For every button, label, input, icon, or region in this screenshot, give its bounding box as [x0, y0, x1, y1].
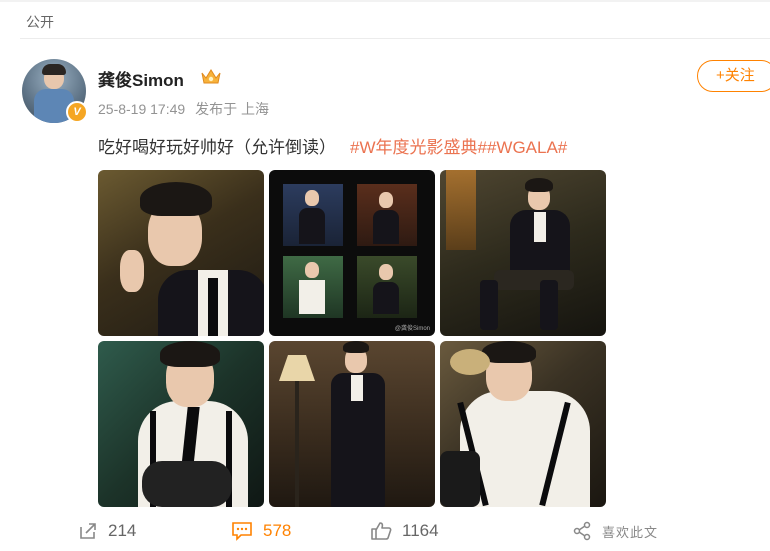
post-text: 吃好喝好玩好帅好（允许倒读）	[98, 138, 336, 157]
repost-count: 214	[108, 521, 137, 540]
top-border	[0, 0, 770, 2]
post-source: 发布于 上海	[195, 101, 269, 117]
comment-count: 578	[263, 521, 292, 540]
like-icon	[371, 522, 392, 540]
repost-icon	[80, 523, 96, 539]
post-body: 吃好喝好玩好帅好（允许倒读） #W年度光影盛典##WGALA#	[98, 133, 567, 158]
post-time[interactable]: 25-8-19 17:49	[98, 101, 185, 117]
like-count: 1164	[402, 521, 439, 540]
photo-watermark: @龚俊Simon	[394, 326, 430, 332]
visibility-label: 公开	[26, 14, 54, 30]
follow-button[interactable]: +关注	[697, 60, 770, 92]
post-photo-2[interactable]: @龚俊Simon	[269, 170, 435, 336]
avatar[interactable]: V	[22, 59, 88, 123]
hashtag-link[interactable]: #W年度光影盛典##WGALA#	[350, 138, 567, 157]
verified-badge: V	[66, 101, 88, 123]
like-button[interactable]: 1164	[370, 520, 439, 542]
post-photo-5[interactable]	[269, 341, 435, 507]
post-photo-4[interactable]	[98, 341, 264, 507]
comment-button[interactable]: 578	[231, 520, 291, 542]
post-meta: 25-8-19 17:49 发布于 上海	[98, 99, 275, 119]
header-divider	[20, 38, 770, 39]
share-label: 喜欢此文	[602, 524, 659, 540]
crown-icon	[201, 69, 221, 84]
user-name[interactable]: 龚俊Simon	[98, 66, 184, 91]
post-photo-3[interactable]	[440, 170, 606, 336]
post-photo-6[interactable]	[440, 341, 606, 507]
repost-button[interactable]: 214	[78, 520, 136, 542]
action-bar: 214 578 1164 喜欢此文	[0, 515, 770, 547]
share-icon	[573, 521, 591, 541]
comment-icon	[232, 522, 252, 541]
share-button[interactable]: 喜欢此文	[572, 520, 658, 542]
post-photo-1[interactable]	[98, 170, 264, 336]
